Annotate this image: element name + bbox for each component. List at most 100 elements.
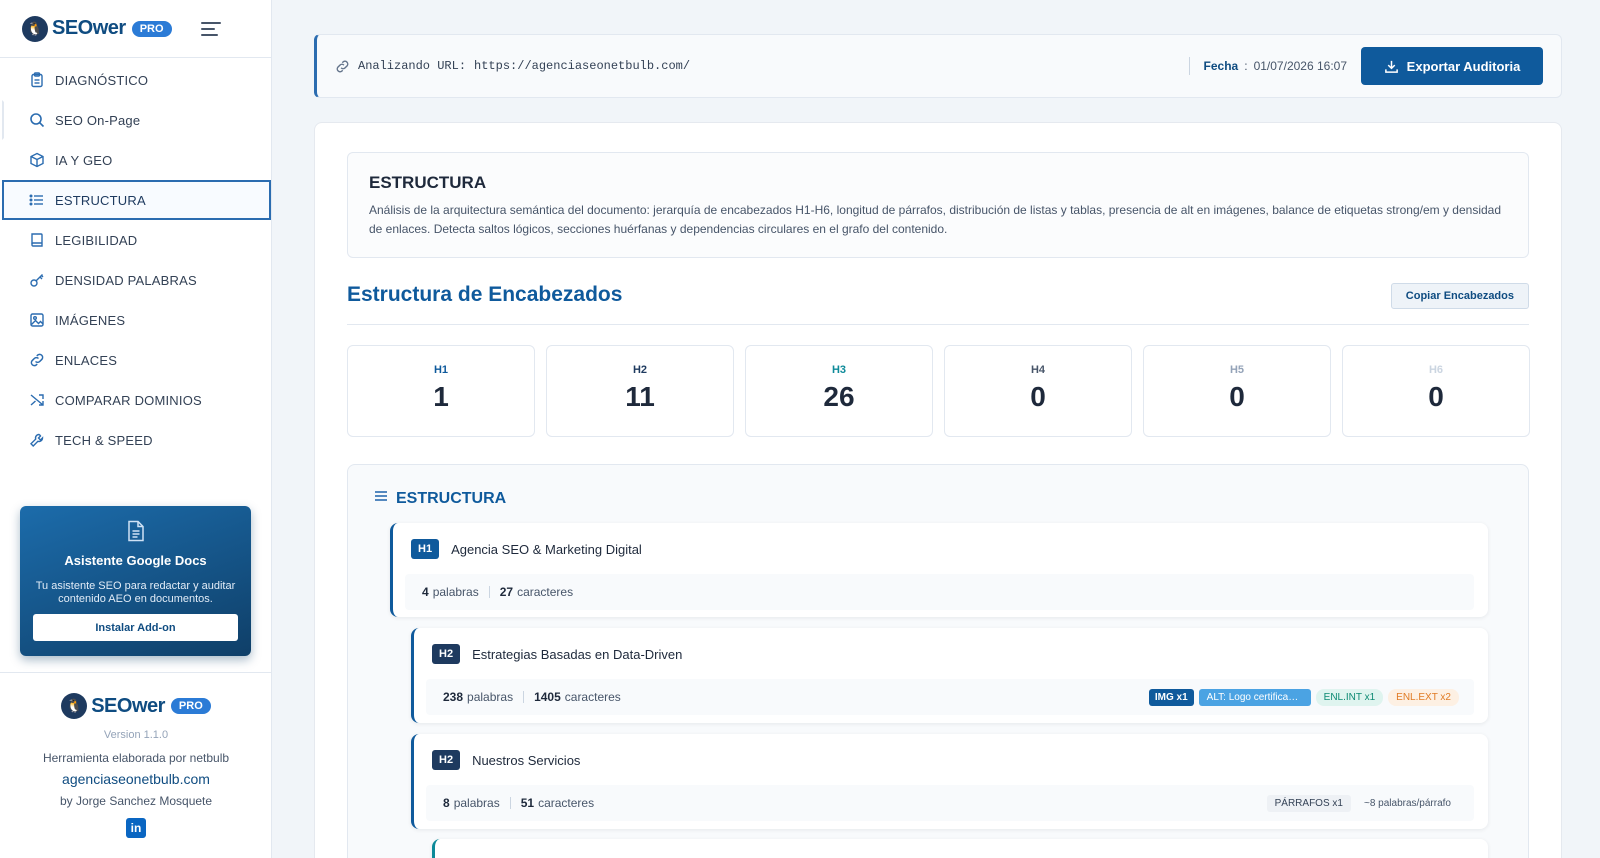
word-count: 238 — [443, 690, 464, 704]
separator — [509, 797, 511, 809]
stat-value: 26 — [823, 381, 855, 412]
heading-tag: H1 — [411, 539, 440, 559]
sidebar-item-estructura[interactable]: ESTRUCTURA — [2, 180, 271, 220]
stat-value: 1 — [433, 381, 449, 412]
promo-description: Tu asistente SEO para redactar y auditar… — [35, 580, 236, 605]
image-icon — [28, 311, 46, 329]
key-icon — [28, 271, 46, 289]
shuffle-icon — [28, 391, 46, 409]
word-count: 4 — [422, 585, 429, 599]
heading-tag: H2 — [432, 750, 461, 770]
heading-tree: ESTRUCTURA H1 Agencia SEO & Marketing Di… — [347, 464, 1529, 858]
heading-text: Agencia SEO & Marketing Digital — [451, 541, 642, 557]
structure-card: ESTRUCTURA Análisis de la arquitectura s… — [314, 122, 1562, 858]
sidebar: 🐧 SEOwer PRO DIAGNÓSTICO SEO On-Page IA … — [0, 0, 272, 858]
version-text: Version 1.1.0 — [103, 729, 169, 741]
stat-value: 0 — [1428, 381, 1444, 412]
node-pills: PÁRRAFOS x1 ~8 palabras/párrafo — [1266, 794, 1459, 812]
stat-h2: H2 11 — [546, 345, 734, 437]
sidebar-item-label: COMPARAR DOMINIOS — [55, 392, 202, 408]
stat-label: H1 — [433, 364, 449, 376]
sidebar-item-diagnostico[interactable]: DIAGNÓSTICO — [2, 60, 271, 100]
sidebar-item-label: IMÁGENES — [55, 312, 126, 328]
stat-h3: H3 26 — [745, 345, 933, 437]
author-text: by Jorge Sanchez Mosquete — [59, 794, 213, 808]
tree-node-h2[interactable]: H2 Estrategias Basadas en Data-Driven 23… — [411, 628, 1488, 723]
intro-title: ESTRUCTURA — [369, 173, 487, 192]
sidebar-item-label: SEO On-Page — [55, 112, 141, 128]
node-pills: IMG x1 ALT: Logo certificado g... ENL.IN… — [1148, 688, 1459, 706]
char-count: 1405 — [534, 690, 561, 704]
heading-text: Nuestros Servicios — [472, 752, 581, 768]
sidebar-item-seo-on-page[interactable]: SEO On-Page — [2, 100, 271, 140]
stat-value: 11 — [625, 381, 655, 412]
stat-label: H4 — [1030, 364, 1046, 376]
main-content: Analizando URL: https://agenciaseonetbul… — [272, 0, 1600, 858]
sidebar-footer: 🐧 SEOwer PRO Version 1.1.0 Herramienta e… — [0, 672, 272, 858]
paragraphs-badge: PÁRRAFOS x1 — [1266, 794, 1351, 812]
menu-lines-icon — [374, 489, 388, 508]
intro-box: ESTRUCTURA Análisis de la arquitectura s… — [347, 152, 1529, 258]
brand-name: SEOwer — [52, 17, 126, 39]
copy-headings-button[interactable]: Copiar Encabezados — [1390, 283, 1529, 309]
separator — [488, 586, 490, 598]
stat-label: H3 — [831, 364, 847, 376]
tree-title-label: ESTRUCTURA — [396, 489, 507, 507]
node-meta: 4 palabras 27 caracteres — [405, 574, 1474, 610]
divider — [347, 324, 1529, 325]
sidebar-item-ia-geo[interactable]: IA Y GEO — [2, 140, 271, 180]
char-count: 27 — [499, 585, 514, 599]
penguin-logo-icon: 🐧 — [61, 693, 88, 719]
install-addon-button[interactable]: Instalar Add-on — [33, 614, 238, 641]
avg-words-badge: ~8 palabras/párrafo — [1363, 797, 1451, 809]
analyzed-url: https://agenciaseonetbulb.com/ — [474, 59, 691, 73]
stat-label: H5 — [1229, 364, 1245, 376]
link-icon — [336, 60, 349, 72]
chars-label: caracteres — [517, 585, 574, 599]
stat-h1: H1 1 — [347, 345, 535, 437]
sidebar-item-imagenes[interactable]: IMÁGENES — [2, 300, 271, 340]
date-info: Fecha : 01/07/2026 16:07 — [1188, 57, 1347, 75]
sidebar-item-label: IA Y GEO — [55, 152, 113, 168]
tree-node-h2[interactable]: H2 Nuestros Servicios 8 palabras 51 caract… — [411, 734, 1488, 829]
alt-text-badge: ALT: Logo certificado g... — [1198, 688, 1311, 706]
sidebar-item-label: DENSIDAD PALABRAS — [55, 272, 197, 288]
wrench-icon — [28, 431, 46, 449]
heading-stats: H1 1 H2 11 H3 26 H4 0 H5 0 H6 0 — [347, 345, 1530, 437]
export-audit-button[interactable]: Exportar Auditoria — [1361, 47, 1543, 85]
stat-h6: H6 0 — [1342, 345, 1530, 437]
pro-badge: PRO — [170, 698, 211, 714]
export-label: Exportar Auditoria — [1406, 58, 1521, 74]
word-count: 8 — [443, 796, 450, 810]
char-count: 51 — [520, 796, 535, 810]
sidebar-item-comparar[interactable]: COMPARAR DOMINIOS — [2, 380, 271, 420]
tree-node-h1[interactable]: H1 Agencia SEO & Marketing Digital 4 pala… — [390, 523, 1488, 617]
words-label: palabras — [432, 585, 479, 599]
stat-value: 0 — [1229, 381, 1245, 412]
site-link[interactable]: agenciaseonetbulb.com — [0, 771, 272, 787]
menu-toggle-icon[interactable] — [201, 18, 221, 40]
link-icon — [28, 351, 46, 369]
sidebar-item-densidad[interactable]: DENSIDAD PALABRAS — [2, 260, 271, 300]
sidebar-item-tech-speed[interactable]: TECH & SPEED — [2, 420, 271, 460]
tree-node-partial[interactable] — [432, 839, 1488, 858]
google-docs-promo: Asistente Google Docs Tu asistente SEO p… — [20, 506, 251, 656]
download-icon — [1384, 60, 1398, 73]
date-value: 01/07/2026 16:07 — [1253, 59, 1347, 73]
url-bar: Analizando URL: https://agenciaseonetbul… — [314, 34, 1562, 98]
promo-title: Asistente Google Docs — [64, 553, 207, 568]
headings-title: Estructura de Encabezados — [347, 283, 623, 306]
stat-h4: H4 0 — [944, 345, 1132, 437]
brand-name: SEOwer — [91, 694, 165, 717]
linkedin-icon[interactable]: in — [126, 818, 146, 838]
book-icon — [28, 231, 46, 249]
search-icon — [28, 111, 46, 129]
sidebar-item-label: LEGIBILIDAD — [55, 232, 138, 248]
sidebar-item-enlaces[interactable]: ENLACES — [2, 340, 271, 380]
document-icon — [127, 520, 144, 542]
cube-icon — [28, 151, 46, 169]
words-label: palabras — [453, 796, 500, 810]
sidebar-item-legibilidad[interactable]: LEGIBILIDAD — [2, 220, 271, 260]
tree-title: ESTRUCTURA — [374, 489, 506, 508]
sidebar-item-label: ENLACES — [55, 352, 118, 368]
